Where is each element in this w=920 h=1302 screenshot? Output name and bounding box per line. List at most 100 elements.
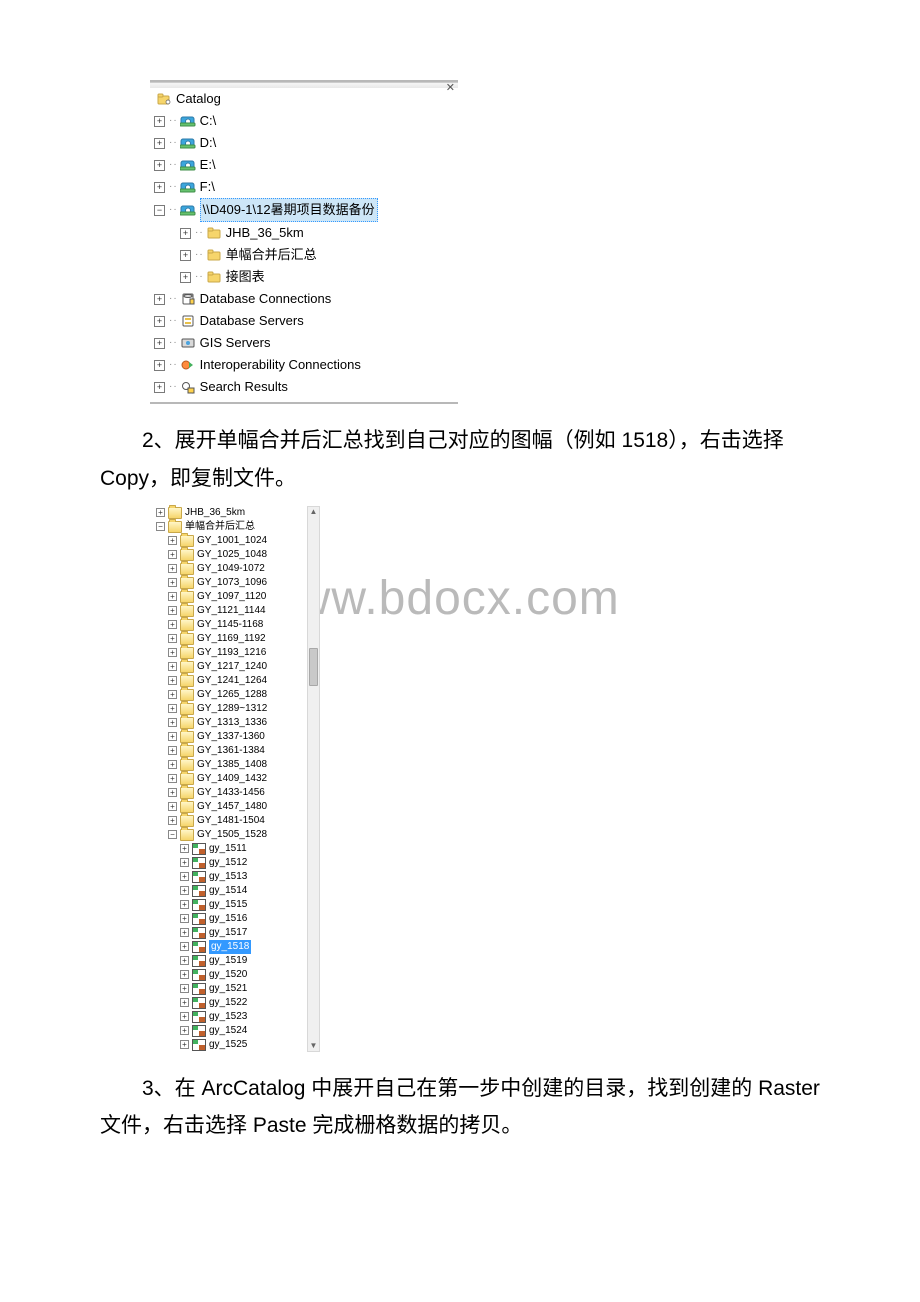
catalog-item[interactable]: +··Database Connections — [150, 288, 458, 310]
expander-icon[interactable]: + — [180, 998, 189, 1007]
expander-icon[interactable]: + — [180, 928, 189, 937]
expander-icon[interactable]: + — [180, 886, 189, 895]
folder-item[interactable]: −GY_1505_1528 — [150, 828, 308, 842]
expander-icon[interactable]: + — [180, 942, 189, 951]
expander-icon[interactable]: + — [168, 564, 177, 573]
drive-item[interactable]: +··D:\ — [150, 132, 458, 154]
expander-icon[interactable]: + — [180, 1026, 189, 1035]
folder-item[interactable]: +GY_1265_1288 — [150, 688, 308, 702]
folder-item[interactable]: +GY_1001_1024 — [150, 534, 308, 548]
expander-icon[interactable]: + — [180, 956, 189, 965]
expand-icon[interactable]: + — [180, 250, 191, 261]
expander-icon[interactable]: − — [168, 830, 177, 839]
folder-item[interactable]: +GY_1289~1312 — [150, 702, 308, 716]
folder-item[interactable]: +GY_1337-1360 — [150, 730, 308, 744]
catalog-item[interactable]: +··Interoperability Connections — [150, 354, 458, 376]
subfolder-item[interactable]: +··单幅合并后汇总 — [150, 244, 458, 266]
expander-icon[interactable]: + — [168, 536, 177, 545]
folder-item[interactable]: +GY_1409_1432 — [150, 772, 308, 786]
expander-icon[interactable]: + — [180, 1040, 189, 1049]
expander-icon[interactable]: + — [180, 858, 189, 867]
expander-icon[interactable]: + — [168, 732, 177, 741]
raster-item[interactable]: +gy_1515 — [150, 898, 308, 912]
raster-item[interactable]: +gy_1514 — [150, 884, 308, 898]
folder-item[interactable]: +GY_1097_1120 — [150, 590, 308, 604]
close-icon[interactable]: ✕ — [446, 81, 455, 94]
catalog-root[interactable]: Catalog — [150, 88, 458, 110]
expand-icon[interactable]: + — [154, 160, 165, 171]
expand-icon[interactable]: + — [154, 382, 165, 393]
scroll-up-icon[interactable]: ▲ — [308, 507, 319, 517]
folder-item[interactable]: +JHB_36_5km — [150, 506, 308, 520]
expander-icon[interactable]: + — [180, 900, 189, 909]
raster-item[interactable]: +gy_1522 — [150, 996, 308, 1010]
raster-item[interactable]: +gy_1520 — [150, 968, 308, 982]
scrollbar[interactable]: ▲ ▼ — [307, 506, 320, 1052]
raster-item[interactable]: +gy_1516 — [150, 912, 308, 926]
network-folder[interactable]: − ·· \\D409-1\12暑期项目数据备份 — [150, 198, 458, 222]
drive-item[interactable]: +··C:\ — [150, 110, 458, 132]
expander-icon[interactable]: + — [168, 690, 177, 699]
subfolder-item[interactable]: +··JHB_36_5km — [150, 222, 458, 244]
raster-item[interactable]: +gy_1511 — [150, 842, 308, 856]
folder-item[interactable]: +GY_1481-1504 — [150, 814, 308, 828]
folder-item[interactable]: +GY_1145-1168 — [150, 618, 308, 632]
folder-item[interactable]: +GY_1193_1216 — [150, 646, 308, 660]
expander-icon[interactable]: + — [168, 802, 177, 811]
folder-item[interactable]: +GY_1241_1264 — [150, 674, 308, 688]
scroll-down-icon[interactable]: ▼ — [308, 1041, 319, 1051]
drive-item[interactable]: +··F:\ — [150, 176, 458, 198]
expand-icon[interactable]: + — [154, 138, 165, 149]
expander-icon[interactable]: + — [168, 620, 177, 629]
expander-icon[interactable]: + — [180, 1012, 189, 1021]
raster-item[interactable]: +gy_1517 — [150, 926, 308, 940]
raster-item[interactable]: +gy_1512 — [150, 856, 308, 870]
catalog-item[interactable]: +··Database Servers — [150, 310, 458, 332]
expand-icon[interactable]: + — [154, 360, 165, 371]
expander-icon[interactable]: + — [168, 662, 177, 671]
folder-item[interactable]: −单幅合并后汇总 — [150, 520, 308, 534]
folder-item[interactable]: +GY_1457_1480 — [150, 800, 308, 814]
expand-icon[interactable]: + — [154, 316, 165, 327]
expander-icon[interactable]: + — [168, 746, 177, 755]
expand-icon[interactable]: + — [154, 116, 165, 127]
expand-icon[interactable]: + — [154, 338, 165, 349]
expander-icon[interactable]: + — [168, 592, 177, 601]
raster-item[interactable]: +gy_1521 — [150, 982, 308, 996]
expander-icon[interactable]: + — [168, 718, 177, 727]
folder-item[interactable]: +GY_1169_1192 — [150, 632, 308, 646]
expand-icon[interactable]: + — [154, 294, 165, 305]
expander-icon[interactable]: + — [168, 788, 177, 797]
raster-item[interactable]: +gy_1513 — [150, 870, 308, 884]
collapse-icon[interactable]: − — [154, 205, 165, 216]
folder-item[interactable]: +GY_1433-1456 — [150, 786, 308, 800]
raster-item[interactable]: +gy_1523 — [150, 1010, 308, 1024]
raster-item[interactable]: +gy_1525 — [150, 1038, 308, 1052]
folder-item[interactable]: +GY_1121_1144 — [150, 604, 308, 618]
raster-item[interactable]: +gy_1518 — [150, 940, 308, 954]
expander-icon[interactable]: + — [168, 550, 177, 559]
expander-icon[interactable]: + — [168, 634, 177, 643]
expander-icon[interactable]: + — [168, 606, 177, 615]
expander-icon[interactable]: + — [180, 914, 189, 923]
expander-icon[interactable]: + — [168, 578, 177, 587]
expand-icon[interactable]: + — [180, 228, 191, 239]
folder-item[interactable]: +GY_1049-1072 — [150, 562, 308, 576]
expander-icon[interactable]: + — [168, 676, 177, 685]
raster-item[interactable]: +gy_1519 — [150, 954, 308, 968]
expander-icon[interactable]: − — [156, 522, 165, 531]
expander-icon[interactable]: + — [168, 704, 177, 713]
expander-icon[interactable]: + — [168, 760, 177, 769]
expander-icon[interactable]: + — [180, 844, 189, 853]
folder-item[interactable]: +GY_1313_1336 — [150, 716, 308, 730]
folder-item[interactable]: +GY_1361-1384 — [150, 744, 308, 758]
expander-icon[interactable]: + — [180, 872, 189, 881]
expander-icon[interactable]: + — [168, 816, 177, 825]
expander-icon[interactable]: + — [168, 774, 177, 783]
expand-icon[interactable]: + — [180, 272, 191, 283]
expand-icon[interactable]: + — [154, 182, 165, 193]
subfolder-item[interactable]: +··接图表 — [150, 266, 458, 288]
catalog-item[interactable]: +··Search Results — [150, 376, 458, 398]
folder-item[interactable]: +GY_1073_1096 — [150, 576, 308, 590]
expander-icon[interactable]: + — [180, 984, 189, 993]
